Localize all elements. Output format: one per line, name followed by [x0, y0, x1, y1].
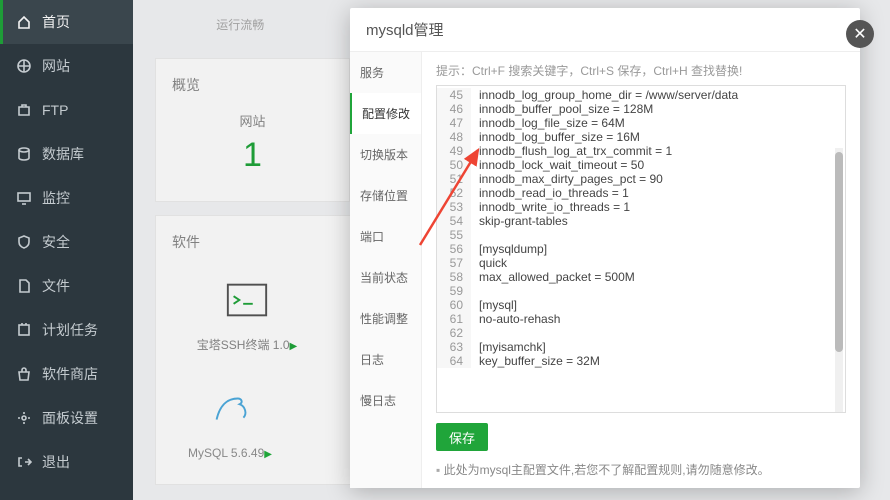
code-line[interactable]: 57quick [437, 256, 845, 270]
software-name: MySQL 5.6.49▶ [175, 446, 285, 460]
line-number: 60 [437, 298, 471, 312]
line-number: 58 [437, 270, 471, 284]
line-number: 61 [437, 312, 471, 326]
scrollbar-thumb[interactable] [835, 152, 843, 352]
code-text[interactable]: [mysqldump] [471, 242, 547, 256]
code-text[interactable] [471, 284, 479, 298]
line-number: 48 [437, 130, 471, 144]
code-text[interactable]: innodb_log_buffer_size = 16M [471, 130, 640, 144]
line-number: 45 [437, 88, 471, 102]
code-text[interactable]: innodb_write_io_threads = 1 [471, 200, 630, 214]
code-text[interactable]: max_allowed_packet = 500M [471, 270, 635, 284]
code-line[interactable]: 55 [437, 228, 845, 242]
code-line[interactable]: 59 [437, 284, 845, 298]
code-line[interactable]: 63[myisamchk] [437, 340, 845, 354]
code-line[interactable]: 50innodb_lock_wait_timeout = 50 [437, 158, 845, 172]
line-number: 57 [437, 256, 471, 270]
modal-tab-list: 服务配置修改切换版本存储位置端口当前状态性能调整日志慢日志 [350, 52, 422, 488]
modal-header: mysqld管理 [350, 8, 860, 52]
modal-tab[interactable]: 当前状态 [350, 257, 421, 298]
code-line[interactable]: 46innodb_buffer_pool_size = 128M [437, 102, 845, 116]
line-number: 62 [437, 326, 471, 340]
modal-tab[interactable]: 配置修改 [350, 93, 421, 134]
mysqld-modal: mysqld管理 ✕ 服务配置修改切换版本存储位置端口当前状态性能调整日志慢日志… [350, 8, 860, 488]
modal-tab[interactable]: 日志 [350, 339, 421, 380]
save-button[interactable]: 保存 [436, 423, 488, 451]
code-line[interactable]: 54skip-grant-tables [437, 214, 845, 228]
code-text[interactable]: innodb_log_file_size = 64M [471, 116, 625, 130]
code-text[interactable]: [myisamchk] [471, 340, 546, 354]
line-number: 54 [437, 214, 471, 228]
modal-title: mysqld管理 [366, 19, 444, 40]
code-line[interactable]: 56[mysqldump] [437, 242, 845, 256]
code-text[interactable]: quick [471, 256, 507, 270]
close-button[interactable]: ✕ [846, 20, 874, 48]
line-number: 51 [437, 172, 471, 186]
modal-tab[interactable]: 性能调整 [350, 298, 421, 339]
code-line[interactable]: 45innodb_log_group_home_dir = /www/serve… [437, 88, 845, 102]
code-text[interactable]: key_buffer_size = 32M [471, 354, 600, 368]
code-text[interactable]: no-auto-rehash [471, 312, 560, 326]
code-line[interactable]: 49innodb_flush_log_at_trx_commit = 1 [437, 144, 845, 158]
config-note: 此处为mysql主配置文件,若您不了解配置规则,请勿随意修改。 [436, 461, 846, 478]
code-text[interactable]: [mysql] [471, 298, 517, 312]
code-text[interactable] [471, 326, 479, 340]
line-number: 55 [437, 228, 471, 242]
code-text[interactable]: skip-grant-tables [471, 214, 568, 228]
code-text[interactable]: innodb_read_io_threads = 1 [471, 186, 629, 200]
code-line[interactable]: 47innodb_log_file_size = 64M [437, 116, 845, 130]
play-icon: ▶ [264, 449, 272, 460]
code-line[interactable]: 53innodb_write_io_threads = 1 [437, 200, 845, 214]
line-number: 56 [437, 242, 471, 256]
line-number: 59 [437, 284, 471, 298]
mysql-icon [175, 380, 285, 440]
line-number: 53 [437, 200, 471, 214]
line-number: 52 [437, 186, 471, 200]
code-line[interactable]: 51innodb_max_dirty_pages_pct = 90 [437, 172, 845, 186]
line-number: 63 [437, 340, 471, 354]
code-line[interactable]: 48innodb_log_buffer_size = 16M [437, 130, 845, 144]
modal-tab[interactable]: 端口 [350, 216, 421, 257]
code-line[interactable]: 58max_allowed_packet = 500M [437, 270, 845, 284]
close-icon: ✕ [853, 24, 866, 44]
code-line[interactable]: 52innodb_read_io_threads = 1 [437, 186, 845, 200]
code-line[interactable]: 60[mysql] [437, 298, 845, 312]
code-line[interactable]: 64key_buffer_size = 32M [437, 354, 845, 368]
line-number: 47 [437, 116, 471, 130]
code-line[interactable]: 61no-auto-rehash [437, 312, 845, 326]
modal-tab[interactable]: 服务 [350, 52, 421, 93]
modal-tab[interactable]: 存储位置 [350, 175, 421, 216]
config-editor[interactable]: 45innodb_log_group_home_dir = /www/serve… [436, 85, 846, 413]
code-line[interactable]: 62 [437, 326, 845, 340]
modal-tab[interactable]: 切换版本 [350, 134, 421, 175]
code-text[interactable]: innodb_lock_wait_timeout = 50 [471, 158, 644, 172]
editor-hint: 提示：Ctrl+F 搜索关键字，Ctrl+S 保存，Ctrl+H 查找替换! [436, 62, 846, 79]
line-number: 50 [437, 158, 471, 172]
code-text[interactable]: innodb_flush_log_at_trx_commit = 1 [471, 144, 672, 158]
code-text[interactable]: innodb_buffer_pool_size = 128M [471, 102, 653, 116]
line-number: 64 [437, 354, 471, 368]
software-item[interactable]: MySQL 5.6.49▶ [175, 380, 285, 460]
code-text[interactable]: innodb_max_dirty_pages_pct = 90 [471, 172, 663, 186]
line-number: 49 [437, 144, 471, 158]
code-text[interactable]: innodb_log_group_home_dir = /www/server/… [471, 88, 738, 102]
code-text[interactable] [471, 228, 479, 242]
line-number: 46 [437, 102, 471, 116]
modal-tab[interactable]: 慢日志 [350, 380, 421, 421]
